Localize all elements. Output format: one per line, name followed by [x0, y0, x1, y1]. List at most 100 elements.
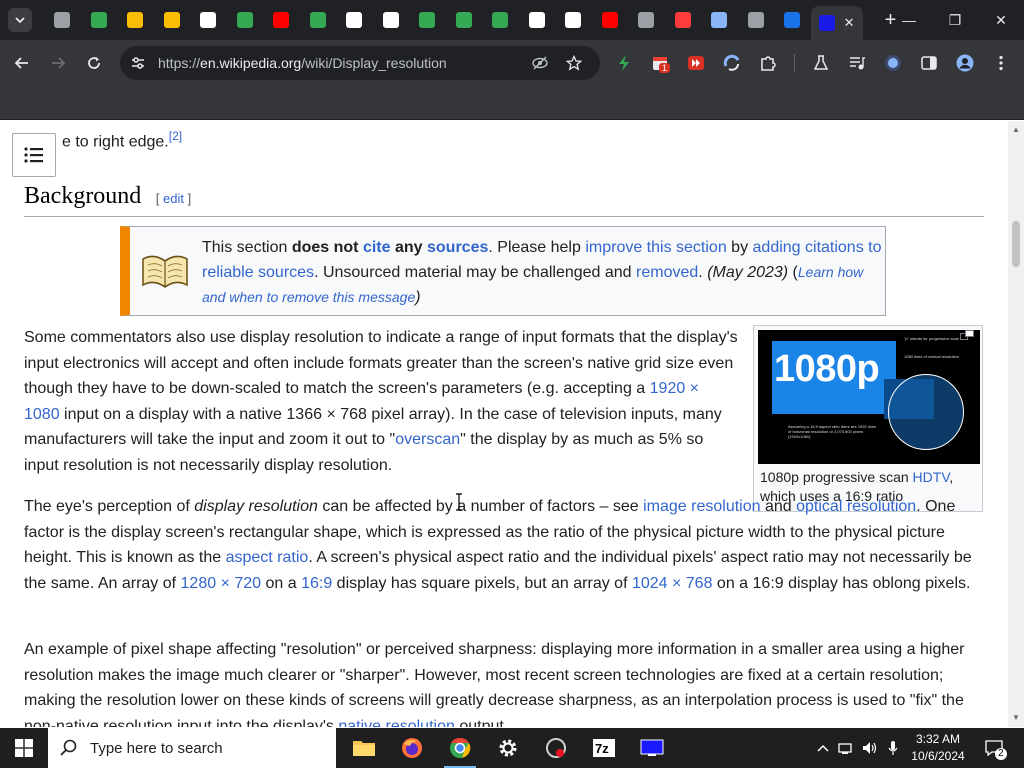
- notice-text-1: This section: [202, 239, 292, 256]
- browser-tab[interactable]: [154, 0, 191, 40]
- side-panel-icon[interactable]: [920, 54, 938, 72]
- active-tab[interactable]: ✕: [810, 6, 863, 40]
- notifications-button[interactable]: 2: [980, 728, 1008, 768]
- network-button[interactable]: [836, 728, 856, 768]
- minimize-button[interactable]: —: [886, 0, 932, 40]
- scroll-up-icon[interactable]: ▲: [1011, 125, 1021, 134]
- url-text[interactable]: https://en.wikipedia.org/wiki/Display_re…: [158, 55, 447, 71]
- list-icon: [24, 147, 43, 163]
- p1-text-1: Some commentators also use display resol…: [24, 329, 738, 398]
- puzzle-extensions-icon[interactable]: [759, 54, 777, 72]
- browser-tab[interactable]: [336, 0, 373, 40]
- browser-tab[interactable]: [190, 0, 227, 40]
- unsourced-notice: This section does not cite any sources. …: [120, 226, 886, 316]
- hdtv-link[interactable]: HDTV: [913, 469, 950, 485]
- citation-ref[interactable]: [2]: [169, 129, 182, 143]
- bolt-extension-icon[interactable]: [615, 54, 633, 72]
- close-window-button[interactable]: ✕: [978, 0, 1024, 40]
- enlarge-icon[interactable]: [960, 330, 974, 340]
- browser-tab[interactable]: [117, 0, 154, 40]
- arrow-left-icon: [14, 57, 28, 69]
- aspect-ratio-link[interactable]: aspect ratio: [226, 549, 309, 566]
- browser-tab[interactable]: [227, 0, 264, 40]
- system-clock[interactable]: 3:32 AM 10/6/2024: [904, 731, 972, 765]
- page-scrollbar[interactable]: ▲ ▼: [1008, 121, 1024, 727]
- volume-button[interactable]: [860, 728, 880, 768]
- eye-off-icon[interactable]: [532, 55, 548, 71]
- avatar-icon[interactable]: [956, 54, 974, 72]
- browser-tab[interactable]: [665, 0, 702, 40]
- close-tab-icon[interactable]: ✕: [844, 15, 855, 31]
- forward-media-extension-icon[interactable]: [687, 54, 705, 72]
- tab-favicon-icon: [674, 12, 691, 28]
- improve-section-link[interactable]: improve this section: [585, 239, 726, 256]
- browser-tab[interactable]: [774, 0, 811, 40]
- tab-search-button[interactable]: [8, 8, 32, 32]
- browser-tab[interactable]: [592, 0, 629, 40]
- toolbar-divider: [794, 54, 795, 72]
- browser-tab[interactable]: [263, 0, 300, 40]
- profile-extension-icon[interactable]: [884, 54, 902, 72]
- browser-tab[interactable]: [628, 0, 665, 40]
- calendar-extension-icon[interactable]: 1: [651, 54, 671, 73]
- display-app[interactable]: [628, 728, 676, 768]
- browser-tab[interactable]: [81, 0, 118, 40]
- link-16-9[interactable]: 16:9: [301, 575, 332, 592]
- chrome-icon: [450, 737, 471, 758]
- browser-tab[interactable]: [519, 0, 556, 40]
- scrollbar-thumb[interactable]: [1012, 221, 1020, 267]
- file-explorer-app[interactable]: [340, 728, 388, 768]
- browser-tab[interactable]: [446, 0, 483, 40]
- firefox-app[interactable]: [388, 728, 436, 768]
- browser-tab[interactable]: [373, 0, 410, 40]
- browser-tab[interactable]: [738, 0, 775, 40]
- microphone-button[interactable]: [884, 728, 902, 768]
- cite-link[interactable]: cite: [363, 239, 391, 256]
- url-scheme: https://: [158, 55, 201, 71]
- address-bar[interactable]: https://en.wikipedia.org/wiki/Display_re…: [120, 46, 600, 80]
- edit-link[interactable]: edit: [163, 191, 184, 206]
- back-button[interactable]: [5, 46, 39, 80]
- tray-overflow-button[interactable]: [814, 728, 832, 768]
- optical-resolution-link[interactable]: optical resolution: [796, 498, 916, 515]
- notice-text: This section does not cite any sources. …: [202, 235, 882, 310]
- table-of-contents-button[interactable]: [12, 133, 56, 177]
- recorder-app[interactable]: [532, 728, 580, 768]
- browser-tab[interactable]: [409, 0, 446, 40]
- browser-tab[interactable]: [555, 0, 592, 40]
- overscan-link[interactable]: overscan: [395, 431, 460, 448]
- star-icon[interactable]: [566, 55, 582, 71]
- site-info-icon[interactable]: [130, 55, 146, 71]
- sources-link[interactable]: sources: [427, 239, 488, 256]
- settings-app[interactable]: [484, 728, 532, 768]
- scroll-down-icon[interactable]: ▼: [1011, 713, 1021, 722]
- flask-labs-icon[interactable]: [812, 54, 830, 72]
- browser-tab[interactable]: [482, 0, 519, 40]
- link-1280x720[interactable]: 1280 × 720: [181, 575, 262, 592]
- section-title: Background: [24, 183, 142, 209]
- native-resolution-link[interactable]: native resolution: [338, 718, 455, 727]
- chevron-up-icon: [817, 744, 829, 752]
- maximize-button[interactable]: ❐: [932, 0, 978, 40]
- forward-button[interactable]: [41, 46, 75, 80]
- browser-tab[interactable]: [300, 0, 337, 40]
- link-1024x768[interactable]: 1024 × 768: [632, 575, 713, 592]
- tab-favicon-icon: [638, 12, 655, 28]
- tab-favicon-icon: [565, 12, 582, 28]
- notice-text-2: . Please help: [488, 239, 586, 256]
- removed-link[interactable]: removed: [636, 264, 698, 281]
- start-button[interactable]: [0, 728, 48, 768]
- browser-tab[interactable]: [44, 0, 81, 40]
- swirl-extension-icon[interactable]: [723, 54, 741, 72]
- more-menu-icon[interactable]: [992, 54, 1010, 72]
- speaker-icon: [863, 742, 877, 754]
- figure-image[interactable]: 1080p "p" stands for progressive scan 10…: [758, 330, 980, 464]
- chrome-app[interactable]: [436, 728, 484, 768]
- browser-tab[interactable]: [701, 0, 738, 40]
- reload-button[interactable]: [77, 46, 111, 80]
- image-resolution-link[interactable]: image resolution: [643, 498, 760, 515]
- media-queue-icon[interactable]: [848, 54, 866, 72]
- minimize-icon: —: [902, 12, 916, 28]
- taskbar-search[interactable]: Type here to search: [48, 728, 336, 768]
- 7zip-app[interactable]: 7z: [580, 728, 628, 768]
